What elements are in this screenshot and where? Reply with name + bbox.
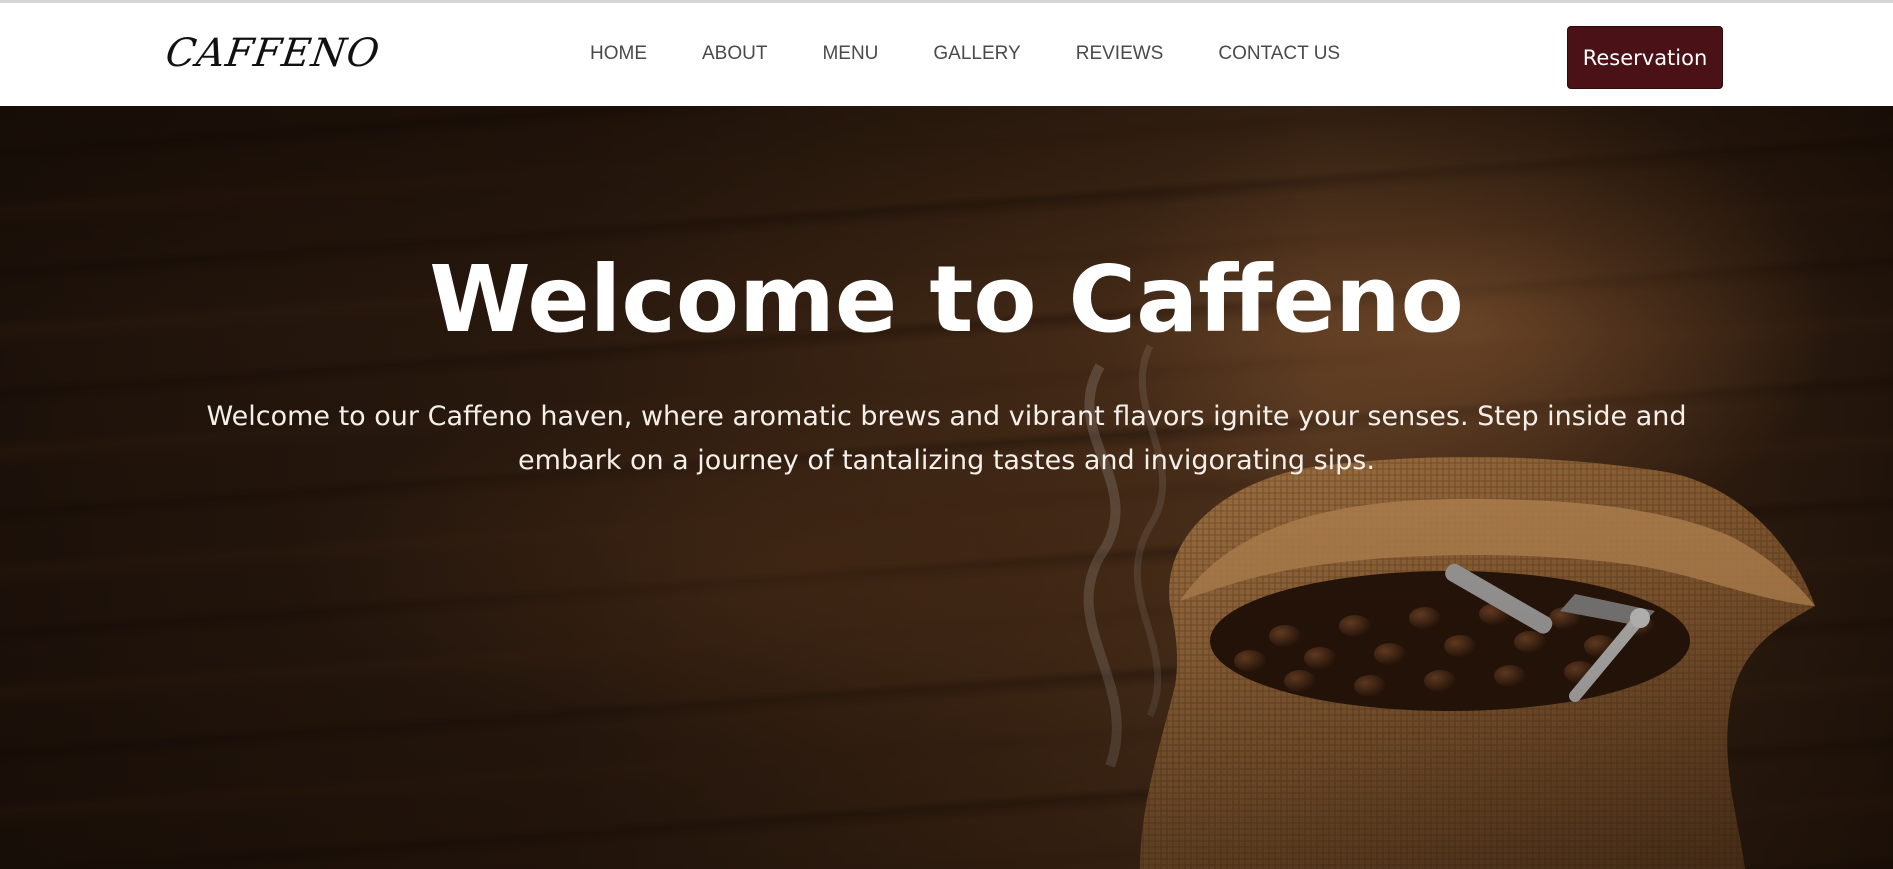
page: CAFFENO HOME ABOUT MENU GALLERY REVIEWS …	[0, 0, 1893, 869]
nav-links: HOME ABOUT MENU GALLERY REVIEWS CONTACT …	[590, 43, 1340, 65]
hero-overlay	[0, 106, 1893, 869]
brand-logo[interactable]: CAFFENO	[163, 31, 383, 76]
hero-section: Welcome to Caffeno Welcome to our Caffen…	[0, 106, 1893, 869]
reservation-button[interactable]: Reservation	[1567, 26, 1723, 89]
nav-link-menu[interactable]: MENU	[822, 43, 878, 65]
nav-link-gallery[interactable]: GALLERY	[933, 43, 1020, 65]
navbar: CAFFENO HOME ABOUT MENU GALLERY REVIEWS …	[0, 3, 1893, 106]
nav-link-contact[interactable]: CONTACT US	[1218, 43, 1340, 65]
nav-link-reviews[interactable]: REVIEWS	[1076, 43, 1164, 65]
hero-description: Welcome to our Caffeno haven, where arom…	[206, 401, 1687, 476]
nav-link-home[interactable]: HOME	[590, 43, 647, 65]
nav-link-about[interactable]: ABOUT	[702, 43, 767, 65]
hero-title: Welcome to Caffeno	[429, 246, 1464, 353]
